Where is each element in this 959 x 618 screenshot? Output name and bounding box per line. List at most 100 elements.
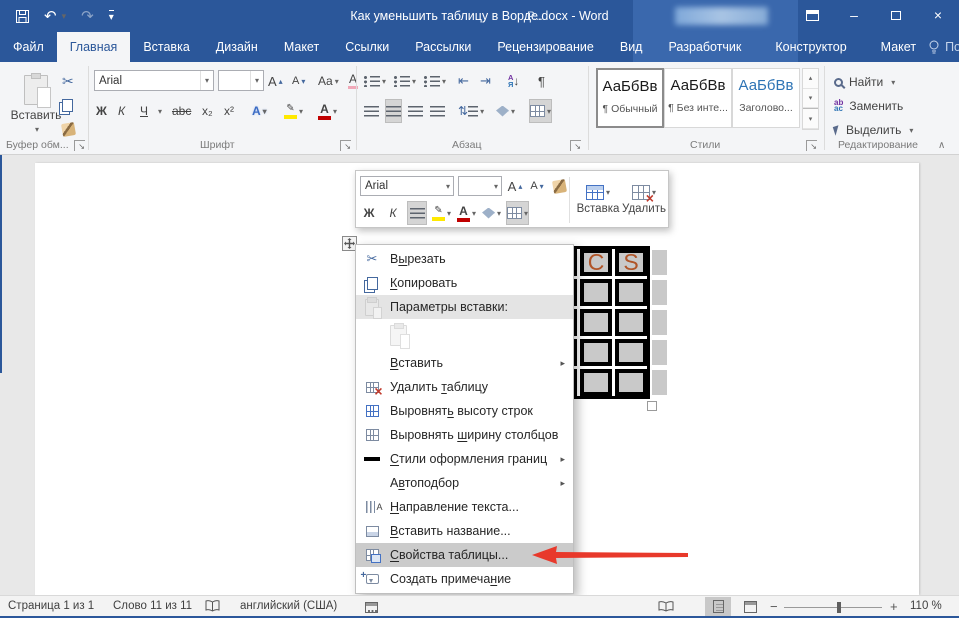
table-cell[interactable] xyxy=(580,279,612,306)
mini-bold-button[interactable]: Ж xyxy=(360,202,378,224)
tell-me-button[interactable]: Помощн xyxy=(929,40,959,54)
show-paragraph-marks-button[interactable]: ¶ xyxy=(538,70,545,92)
menu-item-distribute-columns[interactable]: Выровнять ширину столбцов xyxy=(356,423,573,447)
mini-align-button[interactable] xyxy=(408,202,426,224)
table-cell[interactable]: S xyxy=(615,249,647,276)
mini-font-size-combo[interactable]: ▾ xyxy=(458,176,502,196)
tab-table-layout[interactable]: Макет xyxy=(868,32,929,62)
ribbon-display-options-button[interactable] xyxy=(791,0,833,30)
menu-item-insert[interactable]: Вставить ▸ xyxy=(356,351,573,375)
font-dialog-launcher[interactable]: ↘ xyxy=(340,140,351,151)
shrink-font-button[interactable]: A▾ xyxy=(292,70,305,92)
align-right-button[interactable] xyxy=(408,100,423,122)
tab-view[interactable]: Вид xyxy=(607,32,656,62)
underline-dropdown-icon[interactable]: ▾ xyxy=(158,100,162,122)
menu-item-insert-caption[interactable]: Вставить название... xyxy=(356,519,573,543)
menu-item-distribute-rows[interactable]: Выровнять высоту строк xyxy=(356,399,573,423)
sort-button[interactable]: АЯ↓ xyxy=(508,70,519,92)
shading-button[interactable]: ▾ xyxy=(496,100,515,122)
proofing-icon[interactable] xyxy=(205,600,220,616)
text-effects-button[interactable]: А▾ xyxy=(252,100,267,122)
tab-review[interactable]: Рецензирование xyxy=(484,32,607,62)
copy-button[interactable] xyxy=(62,94,73,116)
tab-developer[interactable]: Разработчик xyxy=(655,32,754,62)
styles-more-button[interactable]: ▾ xyxy=(803,108,818,129)
menu-item-delete-table[interactable]: Удалить таблицу xyxy=(356,375,573,399)
strikethrough-button[interactable]: abc xyxy=(172,100,191,122)
mini-font-color-button[interactable]: А▾ xyxy=(457,202,476,224)
superscript-button[interactable]: x² xyxy=(224,100,234,122)
text-highlight-button[interactable]: ✎▾ xyxy=(284,100,303,122)
underline-button[interactable]: Ч xyxy=(140,100,148,122)
menu-item-cut[interactable]: ✂ Вырезать xyxy=(356,247,573,271)
line-spacing-button[interactable]: ⇅▾ xyxy=(458,100,484,122)
menu-item-copy[interactable]: Копировать xyxy=(356,271,573,295)
align-left-button[interactable] xyxy=(364,100,379,122)
mini-format-painter-button[interactable] xyxy=(550,175,568,197)
page-indicator[interactable]: Страница 1 из 1 xyxy=(8,600,94,612)
tab-home[interactable]: Главная xyxy=(57,32,131,62)
menu-item-border-styles[interactable]: Стили оформления границ ▸ xyxy=(356,447,573,471)
customize-qat-button[interactable]: ▾ xyxy=(109,10,114,23)
italic-button[interactable]: К xyxy=(118,100,125,122)
undo-dropdown-icon[interactable]: ▾ xyxy=(62,11,67,22)
align-center-button[interactable] xyxy=(386,100,401,122)
table-cell[interactable] xyxy=(580,309,612,336)
numbering-button[interactable]: ▾ xyxy=(394,70,416,92)
style-no-spacing[interactable]: АаБбВв ¶ Без инте... xyxy=(664,68,732,128)
tab-references[interactable]: Ссылки xyxy=(332,32,402,62)
tab-file[interactable]: Файл xyxy=(0,32,57,62)
table-cell[interactable] xyxy=(580,369,612,396)
style-heading[interactable]: АаБбВв Заголово... xyxy=(732,68,800,128)
tab-layout[interactable]: Макет xyxy=(271,32,332,62)
read-mode-button[interactable] xyxy=(653,597,679,616)
clipboard-dialog-launcher[interactable]: ↘ xyxy=(74,140,85,151)
mini-delete-table-button[interactable]: ▾ Удалить xyxy=(620,175,668,225)
tab-insert[interactable]: Вставка xyxy=(130,32,202,62)
tab-table-design[interactable]: Конструктор xyxy=(762,32,859,62)
format-painter-button[interactable] xyxy=(62,118,75,140)
menu-item-paste-option-keep-formatting[interactable] xyxy=(356,319,573,351)
find-button[interactable]: Найти ▾ xyxy=(834,72,895,92)
tab-design[interactable]: Дизайн xyxy=(203,32,271,62)
grow-font-button[interactable]: A▴ xyxy=(268,70,283,92)
subscript-button[interactable]: x₂ xyxy=(202,100,213,122)
font-name-combo[interactable]: Arial ▾ xyxy=(94,70,214,91)
borders-button[interactable]: ▾ xyxy=(530,100,551,122)
table-cell[interactable] xyxy=(615,279,647,306)
decrease-indent-button[interactable]: ⇤ xyxy=(458,70,469,92)
table-cell[interactable] xyxy=(580,339,612,366)
styles-scroll-down-button[interactable]: ▾ xyxy=(803,89,818,109)
paste-button[interactable]: Вставить ▾ xyxy=(8,68,64,140)
replace-button[interactable]: abac Заменить xyxy=(834,96,903,116)
cut-button[interactable]: ✂ xyxy=(62,70,74,92)
menu-item-text-direction[interactable]: Направление текста... xyxy=(356,495,573,519)
justify-button[interactable] xyxy=(430,100,445,122)
print-layout-button[interactable] xyxy=(705,597,731,616)
zoom-slider-thumb[interactable] xyxy=(837,602,841,613)
table-cell[interactable]: C xyxy=(580,249,612,276)
change-case-button[interactable]: Aa▾ xyxy=(318,70,339,92)
mini-borders-button[interactable]: ▾ xyxy=(507,202,528,224)
menu-item-autofit[interactable]: Автоподбор ▸ xyxy=(356,471,573,495)
table-cell[interactable] xyxy=(615,369,647,396)
table-resize-handle[interactable] xyxy=(647,401,657,411)
menu-item-new-comment[interactable]: Создать примечание xyxy=(356,567,573,591)
macro-recording-icon[interactable] xyxy=(365,602,378,616)
web-layout-button[interactable] xyxy=(737,597,763,616)
paragraph-dialog-launcher[interactable]: ↘ xyxy=(570,140,581,151)
font-size-combo[interactable]: ▾ xyxy=(218,70,264,91)
close-button[interactable]: × xyxy=(917,0,959,30)
save-icon[interactable] xyxy=(16,10,29,23)
zoom-out-button[interactable]: − xyxy=(770,599,778,614)
zoom-slider[interactable] xyxy=(784,607,882,608)
collapse-ribbon-button[interactable]: ∧ xyxy=(938,134,945,156)
bold-button[interactable]: Ж xyxy=(96,100,107,122)
table-cell[interactable] xyxy=(615,339,647,366)
mini-shading-button[interactable]: ▾ xyxy=(482,202,501,224)
tab-mailings[interactable]: Рассылки xyxy=(402,32,484,62)
language-indicator[interactable]: английский (США) xyxy=(240,600,337,612)
zoom-in-button[interactable]: + xyxy=(890,599,898,614)
mini-font-name-combo[interactable]: Arial▾ xyxy=(360,176,454,196)
mini-highlight-button[interactable]: ✎▾ xyxy=(432,202,451,224)
